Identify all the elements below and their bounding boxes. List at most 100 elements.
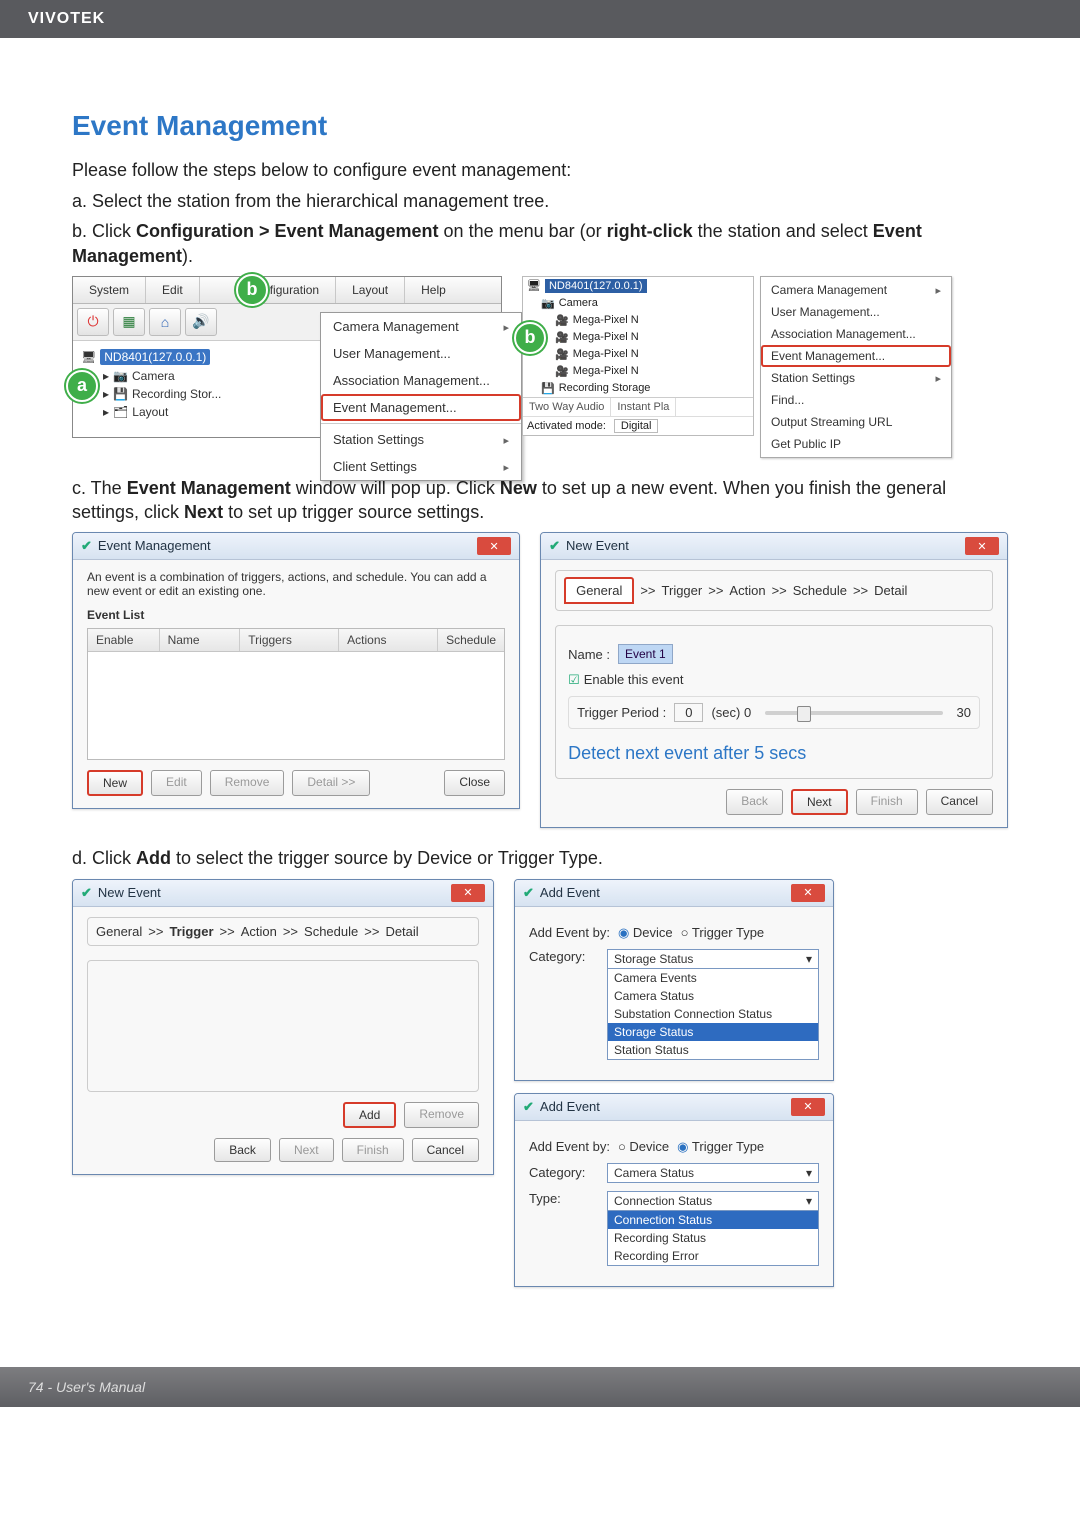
back-button[interactable]: Back [214, 1138, 271, 1162]
tree-cam3[interactable]: Mega-Pixel N [573, 348, 639, 360]
type-select[interactable]: Connection Status▾ [607, 1191, 819, 1211]
tree-cam1[interactable]: Mega-Pixel N [573, 314, 639, 326]
context-camera-mgmt[interactable]: Camera Management [761, 279, 951, 301]
context-user-mgmt[interactable]: User Management... [761, 301, 951, 323]
col-triggers[interactable]: Triggers [240, 629, 339, 651]
context-event-mgmt[interactable]: Event Management... [761, 345, 951, 367]
tab-instant-play[interactable]: Instant Pla [611, 398, 676, 416]
new-button[interactable]: New [87, 770, 143, 796]
tree-root[interactable]: ND8401(127.0.0.1) [545, 279, 647, 293]
tree-root[interactable]: ND8401(127.0.0.1) [100, 349, 210, 365]
close-button[interactable]: ✕ [791, 884, 825, 902]
option-storage-status[interactable]: Storage Status [608, 1023, 818, 1041]
option-substation-status[interactable]: Substation Connection Status [608, 1005, 818, 1023]
type-label: Type: [529, 1191, 599, 1206]
monitor-icon: 🖥 [527, 279, 541, 292]
cancel-button[interactable]: Cancel [412, 1138, 479, 1162]
menu-edit[interactable]: Edit [146, 277, 200, 303]
col-schedule[interactable]: Schedule [438, 629, 504, 651]
radio-device[interactable]: Device [618, 1139, 669, 1154]
next-button[interactable]: Next [279, 1138, 334, 1162]
menu-help[interactable]: Help [405, 277, 462, 303]
power-icon[interactable]: ⏻ [77, 308, 109, 336]
category-select[interactable]: Camera Status▾ [607, 1163, 819, 1183]
finish-button[interactable]: Finish [342, 1138, 404, 1162]
cancel-button[interactable]: Cancel [926, 789, 993, 815]
tab-general[interactable]: General [564, 577, 634, 604]
trigger-period-slider[interactable] [765, 711, 942, 715]
trigger-list [87, 960, 479, 1092]
tab-two-way-audio[interactable]: Two Way Audio [523, 398, 611, 416]
option-recording-error[interactable]: Recording Error [608, 1247, 818, 1265]
context-output-url[interactable]: Output Streaming URL [761, 411, 951, 433]
close-button[interactable]: Close [444, 770, 505, 796]
chevron-down-icon: ▾ [806, 1166, 812, 1180]
option-connection-status[interactable]: Connection Status [608, 1211, 818, 1229]
add-event-type-window: ✔Add Event ✕ Add Event by: Device Trigge… [514, 1093, 834, 1287]
next-button[interactable]: Next [791, 789, 848, 815]
menu-layout[interactable]: Layout [336, 277, 405, 303]
close-button[interactable]: ✕ [477, 537, 511, 555]
submenu-camera-mgmt[interactable]: Camera Management [321, 313, 521, 340]
option-camera-events[interactable]: Camera Events [608, 969, 818, 987]
remove-button[interactable]: Remove [404, 1102, 479, 1128]
tree-layout[interactable]: Layout [132, 405, 168, 419]
radio-device[interactable]: Device [618, 925, 673, 941]
close-button[interactable]: ✕ [451, 884, 485, 902]
close-button[interactable]: ✕ [791, 1098, 825, 1116]
menu-system[interactable]: System [73, 277, 146, 303]
submenu-assoc-mgmt[interactable]: Association Management... [321, 367, 521, 394]
plus-icon[interactable]: ▸ [103, 387, 109, 401]
tree-recording-storage[interactable]: Recording Storage [559, 382, 651, 394]
submenu-station-settings[interactable]: Station Settings [321, 426, 521, 453]
submenu-client-settings[interactable]: Client Settings [321, 453, 521, 480]
grid-icon[interactable]: ▦ [113, 308, 145, 336]
radio-trigger-type[interactable]: Trigger Type [681, 925, 765, 940]
page-footer: 74 - User's Manual [0, 1367, 1080, 1407]
remove-button[interactable]: Remove [210, 770, 285, 796]
context-get-public-ip[interactable]: Get Public IP [761, 433, 951, 455]
option-recording-status[interactable]: Recording Status [608, 1229, 818, 1247]
category-label: Category: [529, 1165, 599, 1180]
event-name-input[interactable]: Event 1 [618, 644, 673, 664]
col-name[interactable]: Name [160, 629, 241, 651]
submenu-event-mgmt[interactable]: Event Management... [321, 394, 521, 421]
event-management-window: ✔Event Management ✕ An event is a combin… [72, 532, 520, 809]
detail-button[interactable]: Detail >> [292, 770, 370, 796]
plus-icon[interactable]: ▸ [103, 369, 109, 383]
finish-button[interactable]: Finish [856, 789, 918, 815]
close-button[interactable]: ✕ [965, 537, 999, 555]
name-label: Name : [568, 647, 610, 662]
col-actions[interactable]: Actions [339, 629, 438, 651]
category-select[interactable]: Storage Status▾ [607, 949, 819, 969]
mode-value[interactable]: Digital [614, 419, 659, 433]
context-assoc-mgmt[interactable]: Association Management... [761, 323, 951, 345]
tree-camera[interactable]: Camera [559, 297, 598, 309]
enable-event-checkbox[interactable]: Enable this event [568, 672, 683, 688]
speaker-icon[interactable]: 🔊 [185, 308, 217, 336]
option-station-status[interactable]: Station Status [608, 1041, 818, 1059]
tree-camera[interactable]: Camera [132, 369, 175, 383]
window-title: New Event [98, 885, 161, 900]
tree-cam2[interactable]: Mega-Pixel N [573, 331, 639, 343]
add-button[interactable]: Add [343, 1102, 396, 1128]
edit-button[interactable]: Edit [151, 770, 202, 796]
tree-recording-storage[interactable]: Recording Stor... [132, 387, 221, 401]
tree-cam4[interactable]: Mega-Pixel N [573, 365, 639, 377]
new-event-trigger-window: ✔New Event ✕ General >> Trigger >> Actio… [72, 879, 494, 1175]
chevron-right-icon [935, 371, 941, 385]
option-camera-status[interactable]: Camera Status [608, 987, 818, 1005]
back-button[interactable]: Back [726, 789, 783, 815]
camera-folder-icon: 📷 [113, 369, 128, 383]
plus-icon[interactable]: ▸ [103, 405, 109, 419]
context-find[interactable]: Find... [761, 389, 951, 411]
context-station-settings[interactable]: Station Settings [761, 367, 951, 389]
home-icon[interactable]: ⌂ [149, 308, 181, 336]
layout-folder-icon: 🗂 [113, 405, 128, 419]
trigger-period-input[interactable]: 0 [674, 703, 703, 722]
submenu-user-mgmt[interactable]: User Management... [321, 340, 521, 367]
radio-trigger-type[interactable]: Trigger Type [677, 1139, 764, 1155]
col-enable[interactable]: Enable [88, 629, 160, 651]
cam-icon: 🎥 [555, 348, 569, 361]
breadcrumb: General >> Trigger >> Action >> Schedule… [87, 917, 479, 946]
